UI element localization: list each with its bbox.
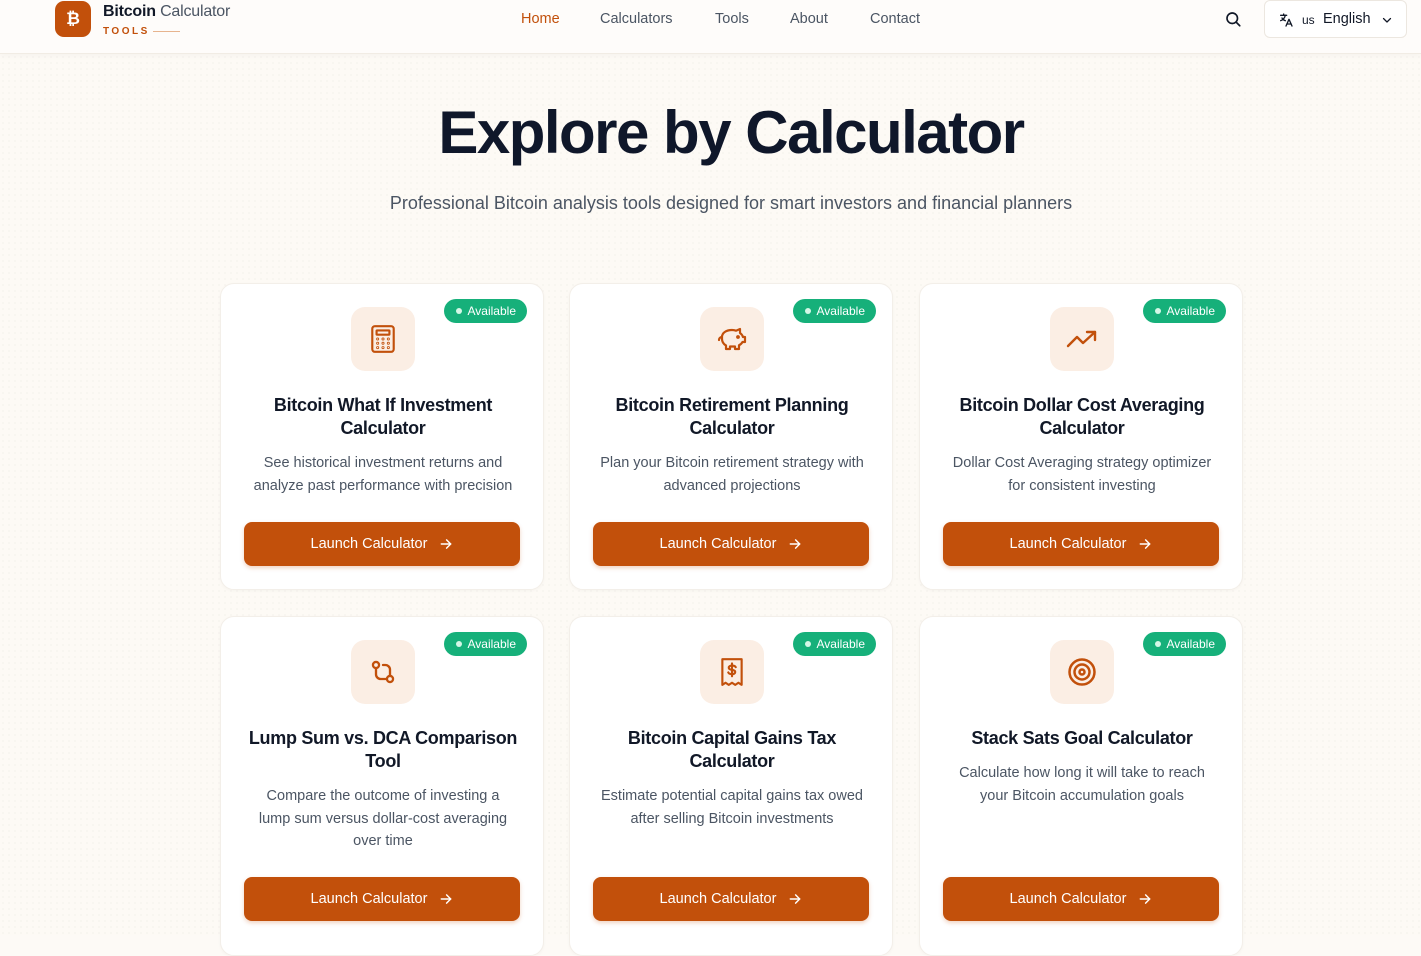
button-label: Launch Calculator	[310, 891, 428, 907]
status-badge: Available	[443, 299, 527, 323]
arrow-right-icon	[1138, 537, 1152, 551]
card-title-line: Calculator	[689, 418, 775, 438]
card-desc-line: Calculate how long it will take to reach	[959, 765, 1205, 781]
card-title: Bitcoin What If Investment Calculator	[241, 394, 525, 440]
card-title-line: Bitcoin Dollar Cost Averaging	[959, 395, 1205, 415]
arrow-right-icon	[1138, 892, 1152, 906]
card-title: Lump Sum vs. DCA Comparison Tool	[241, 727, 525, 773]
card-desc-line: Plan your Bitcoin retirement strategy wi…	[600, 455, 864, 471]
calculator-card: Available Bitcoin Dollar Cost Averaging …	[919, 283, 1243, 590]
card-description: Calculate how long it will take to reach…	[938, 762, 1226, 808]
icon-tile	[1050, 640, 1114, 704]
main-nav: Home Calculators Tools About Contact	[0, 11, 1421, 31]
card-title: Bitcoin Retirement Planning Calculator	[590, 394, 874, 440]
translate-icon	[1280, 13, 1293, 27]
button-label: Launch Calculator	[1009, 891, 1127, 907]
card-title-line: Bitcoin Retirement Planning	[615, 395, 849, 415]
card-desc-line: lump sum versus dollar-cost averaging	[258, 810, 508, 827]
card-desc-line: your Bitcoin accumulation goals	[980, 788, 1184, 804]
chevron-down-icon	[1382, 17, 1392, 23]
card-description: Dollar Cost Averaging strategy optimizer…	[938, 452, 1226, 498]
status-badge: Available	[1142, 632, 1226, 656]
card-desc-line: over time	[353, 833, 413, 849]
arrow-right-icon	[439, 892, 453, 906]
nav-calculators[interactable]: Calculators	[600, 11, 673, 27]
card-desc-line: Dollar Cost Averaging strategy optimizer	[952, 455, 1212, 471]
calculator-card: Available Lump Sum vs. DCA Comparison To…	[220, 616, 544, 956]
trending-up-icon	[1066, 330, 1097, 348]
icon-tile	[700, 640, 764, 704]
card-title: Bitcoin Capital Gains Tax Calculator	[590, 727, 874, 773]
status-badge: Available	[792, 299, 876, 323]
site-header: ₿ Bitcoin Calculator TOOLS Home Calculat…	[0, 0, 1421, 54]
card-title-line: Calculator	[340, 418, 426, 438]
button-label: Launch Calculator	[310, 536, 428, 552]
card-title-line: Stack Sats Goal Calculator	[971, 728, 1193, 748]
launch-calculator-button[interactable]: Launch Calculator	[244, 877, 520, 921]
language-code: us	[1302, 13, 1315, 27]
card-desc-line: Compare the outcome of investing a	[266, 788, 500, 804]
button-label: Launch Calculator	[1009, 536, 1127, 552]
search-icon[interactable]	[1224, 10, 1242, 28]
icon-tile	[351, 307, 415, 371]
target-icon	[1068, 658, 1096, 686]
card-description: Plan your Bitcoin retirement strategy wi…	[588, 452, 876, 498]
card-desc-line: after selling Bitcoin investments	[630, 811, 834, 827]
card-title-line: Calculator	[1039, 418, 1125, 438]
page-subtitle: Professional Bitcoin analysis tools desi…	[389, 193, 1073, 213]
card-desc-line: for consistent investing	[1008, 478, 1156, 494]
card-title-line: Calculator	[689, 751, 775, 771]
page-title: Explore by Calculator	[438, 99, 1025, 166]
calculator-icon	[371, 325, 395, 353]
nav-about[interactable]: About	[790, 11, 828, 27]
calculator-card: Available Bitcoin Retirement Planning Ca…	[569, 283, 893, 590]
card-title-line: Tool	[365, 751, 401, 771]
icon-tile	[351, 640, 415, 704]
piggy-bank-icon	[717, 327, 747, 351]
language-name: English	[1323, 11, 1371, 27]
button-label: Launch Calculator	[659, 536, 777, 552]
calculator-card: Available Bitcoin What If Investment Cal…	[220, 283, 544, 590]
card-desc-line: Estimate potential capital gains tax owe…	[601, 788, 863, 804]
card-desc-line: advanced projections	[663, 478, 801, 494]
card-title-line: Bitcoin Capital Gains Tax	[627, 728, 837, 748]
launch-calculator-button[interactable]: Launch Calculator	[244, 522, 520, 566]
arrow-right-icon	[788, 892, 802, 906]
button-label: Launch Calculator	[659, 891, 777, 907]
card-description: Compare the outcome of investing a lump …	[239, 785, 527, 853]
status-badge: Available	[443, 632, 527, 656]
git-compare-icon	[371, 660, 395, 684]
launch-calculator-button[interactable]: Launch Calculator	[593, 877, 869, 921]
icon-tile	[700, 307, 764, 371]
card-desc-line: analyze past performance with precision	[253, 478, 513, 494]
calculator-card: Available Stack Sats Goal Calculator Cal…	[919, 616, 1243, 956]
nav-contact[interactable]: Contact	[870, 11, 920, 27]
nav-home[interactable]: Home	[521, 11, 560, 27]
icon-tile	[1050, 307, 1114, 371]
brand-divider	[153, 31, 180, 32]
language-selector[interactable]: us English	[1264, 0, 1407, 38]
arrow-right-icon	[788, 537, 802, 551]
status-badge: Available	[1142, 299, 1226, 323]
card-desc-line: See historical investment returns and	[263, 455, 503, 471]
receipt-dollar-icon	[721, 658, 743, 686]
calculator-card: Available Bitcoin Capital Gains Tax Calc…	[569, 616, 893, 956]
launch-calculator-button[interactable]: Launch Calculator	[943, 877, 1219, 921]
card-title-line: Lump Sum vs. DCA Comparison	[248, 728, 518, 748]
card-description: Estimate potential capital gains tax owe…	[588, 785, 876, 831]
card-title: Bitcoin Dollar Cost Averaging Calculator	[940, 394, 1224, 440]
card-title-line: Bitcoin What If Investment	[273, 395, 493, 415]
nav-tools[interactable]: Tools	[715, 11, 749, 27]
arrow-right-icon	[439, 537, 453, 551]
card-title: Stack Sats Goal Calculator	[940, 727, 1224, 750]
status-badge: Available	[792, 632, 876, 656]
launch-calculator-button[interactable]: Launch Calculator	[943, 522, 1219, 566]
card-description: See historical investment returns and an…	[239, 452, 527, 498]
launch-calculator-button[interactable]: Launch Calculator	[593, 522, 869, 566]
